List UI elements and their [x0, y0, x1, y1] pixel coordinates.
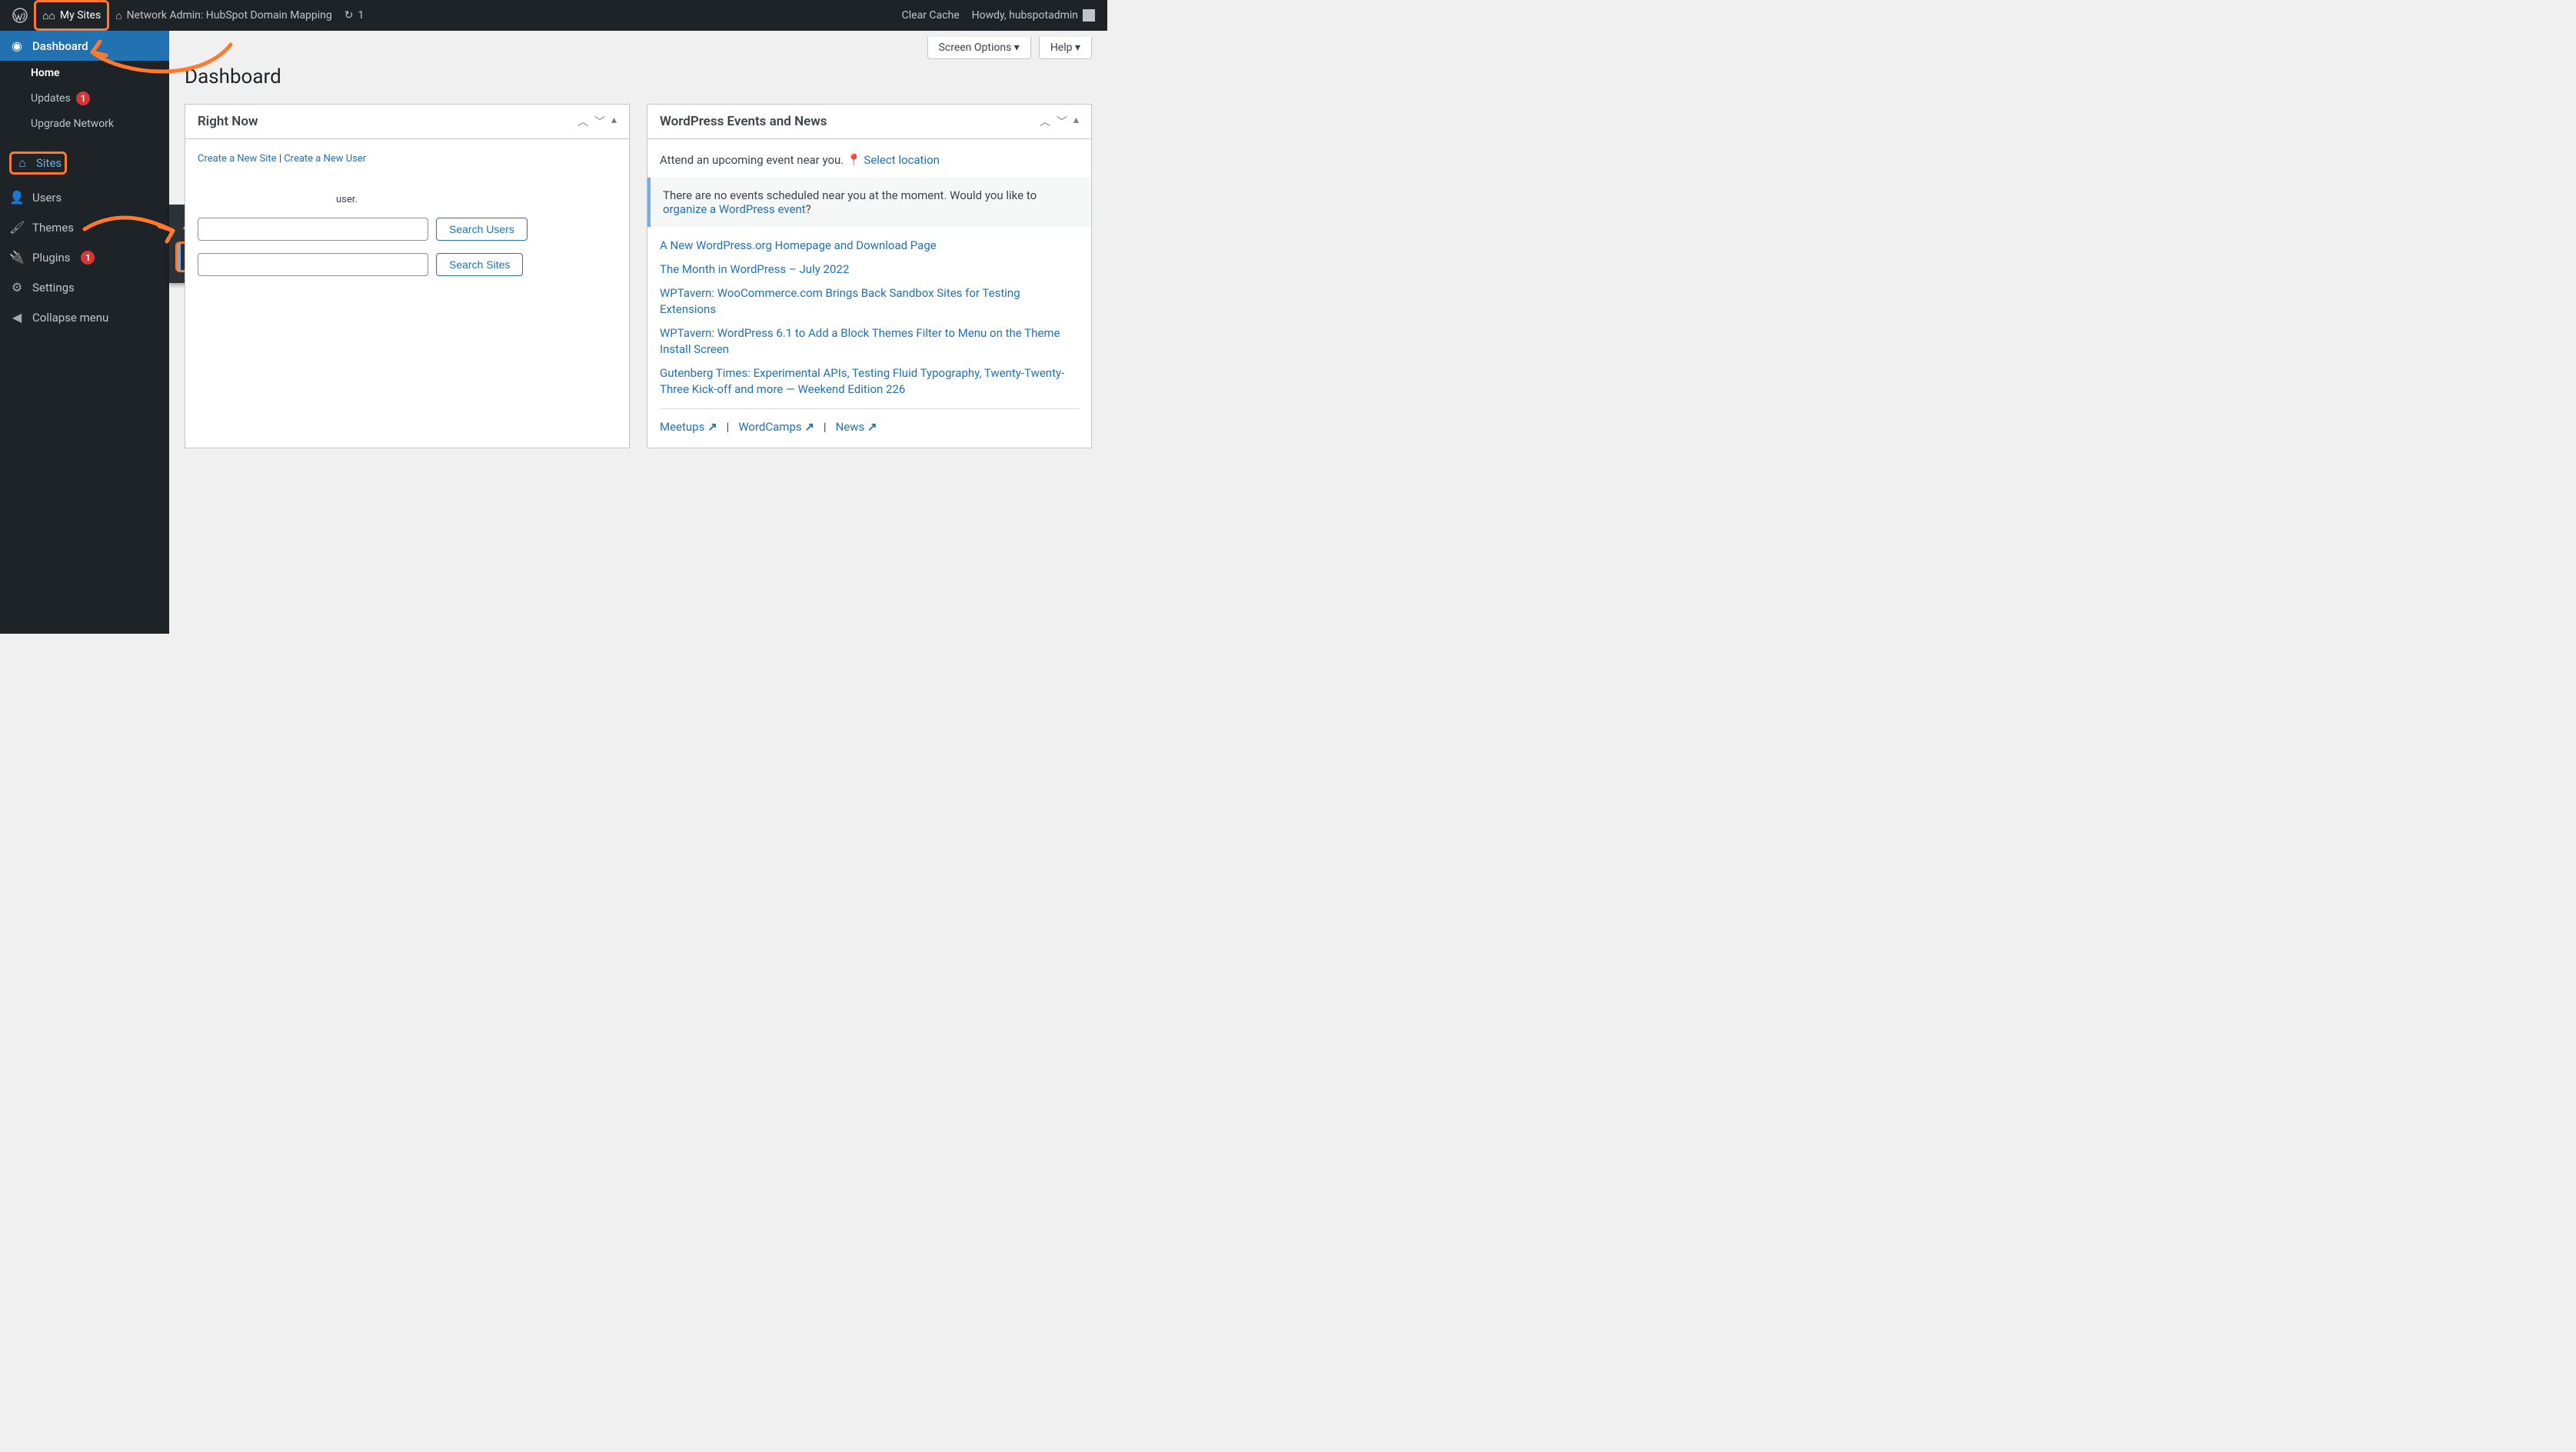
select-location-link[interactable]: Select location [864, 153, 940, 167]
sidebar-item-dashboard[interactable]: ◉ Dashboard [0, 31, 169, 61]
events-title: WordPress Events and News [660, 114, 827, 129]
news-list: A New WordPress.org Homepage and Downloa… [660, 238, 1079, 398]
news-link[interactable]: The Month in WordPress – July 2022 [660, 262, 849, 276]
move-down-icon[interactable]: ﹀ [594, 114, 605, 129]
howdy-user[interactable]: Howdy, hubspotadmin [966, 0, 1101, 31]
avatar [1083, 9, 1095, 22]
sidebar-item-plugins[interactable]: 🔌 Plugins 1 [0, 242, 169, 272]
attend-text: Attend an upcoming event near you. [660, 153, 844, 167]
refresh-icon: ↻ [344, 9, 354, 22]
refresh-count: 1 [358, 9, 364, 22]
sites-icon: ⌂⌂ [42, 9, 55, 22]
right-now-box: Right Now ︿ ﹀ ▴ Create a New Site | Crea… [185, 104, 630, 448]
sidebar-item-themes[interactable]: 🖌 Themes [0, 212, 169, 242]
location-pin-icon: 📍 [847, 153, 861, 167]
plugins-badge: 1 [81, 251, 95, 265]
news-link[interactable]: A New WordPress.org Homepage and Downloa… [660, 238, 937, 252]
plugins-icon: 🔌 [9, 250, 25, 265]
refresh-item[interactable]: ↻ 1 [338, 0, 371, 31]
news-link[interactable]: WPTavern: WordPress 6.1 to Add a Block T… [660, 326, 1060, 356]
sidebar-item-settings[interactable]: ⚙ Settings [0, 272, 169, 302]
dashboard-icon: ◉ [9, 38, 25, 53]
sidebar-item-users[interactable]: 👤 Users [0, 182, 169, 212]
updates-label: Updates [31, 92, 71, 105]
news-link[interactable]: WPTavern: WooCommerce.com Brings Back Sa… [660, 286, 1020, 316]
my-sites-label: My Sites [60, 9, 101, 22]
sidebar-settings-label: Settings [32, 281, 75, 295]
sep: | [727, 420, 730, 434]
themes-icon: 🖌 [9, 220, 25, 235]
no-events-notice: There are no events scheduled near you a… [647, 178, 1091, 227]
search-users-button[interactable]: Search Users [436, 218, 528, 241]
search-sites-input[interactable] [198, 253, 428, 276]
screen-options-tab[interactable]: Screen Options ▾ [927, 37, 1031, 59]
updates-badge: 1 [76, 92, 90, 105]
wordcamps-link[interactable]: WordCamps [738, 420, 814, 434]
clear-cache[interactable]: Clear Cache [896, 0, 966, 31]
page-title: Dashboard [185, 65, 1092, 88]
sidebar-users-label: Users [32, 191, 62, 205]
home-icon: ⌂ [115, 9, 121, 22]
sidebar-sub-upgrade-network[interactable]: Upgrade Network [31, 112, 169, 136]
settings-icon: ⚙ [9, 280, 25, 295]
sidebar-themes-label: Themes [32, 221, 74, 235]
move-down-icon[interactable]: ﹀ [1057, 114, 1067, 129]
sep: | [824, 420, 827, 434]
create-user-link[interactable]: Create a New User [284, 153, 366, 165]
create-site-link[interactable]: Create a New Site [198, 153, 277, 165]
collapse-icon: ◀ [9, 310, 25, 325]
meetups-link[interactable]: Meetups [660, 420, 717, 434]
help-tab[interactable]: Help ▾ [1039, 37, 1092, 59]
news-ext-link[interactable]: News [836, 420, 877, 434]
sidebar-sites-label: Sites [36, 156, 62, 170]
network-admin-label: Network Admin: HubSpot Domain Mapping [127, 9, 332, 22]
search-sites-button[interactable]: Search Sites [436, 253, 523, 276]
sites-icon: ⌂ [15, 155, 30, 171]
partial-text-user: user. [198, 194, 617, 205]
news-link[interactable]: Gutenberg Times: Experimental APIs, Test… [660, 366, 1064, 396]
move-up-icon[interactable]: ︿ [1040, 114, 1050, 129]
sidebar-sub-updates[interactable]: Updates 1 [31, 85, 169, 112]
toggle-icon[interactable]: ▴ [1073, 114, 1079, 129]
toggle-icon[interactable]: ▴ [611, 114, 617, 129]
notice-prefix: There are no events scheduled near you a… [663, 188, 1037, 202]
move-up-icon[interactable]: ︿ [577, 114, 588, 129]
sidebar-dashboard-label: Dashboard [32, 39, 88, 53]
right-now-title: Right Now [198, 114, 258, 129]
organize-event-link[interactable]: organize a WordPress event [663, 202, 806, 216]
sidebar-collapse[interactable]: ◀ Collapse menu [0, 302, 169, 332]
sidebar-item-sites[interactable]: ⌂ Sites [0, 144, 169, 182]
wp-logo[interactable] [6, 0, 34, 31]
my-sites-menu[interactable]: ⌂⌂ My Sites [34, 0, 109, 31]
collapse-label: Collapse menu [32, 311, 108, 325]
network-admin-link[interactable]: ⌂ Network Admin: HubSpot Domain Mapping [109, 0, 338, 31]
notice-suffix: ? [806, 202, 811, 216]
howdy-label: Howdy, hubspotadmin [972, 9, 1078, 22]
sidebar-sub-home[interactable]: Home [31, 61, 169, 85]
search-users-input[interactable] [198, 218, 428, 241]
users-icon: 👤 [9, 190, 25, 205]
events-box: WordPress Events and News ︿ ﹀ ▴ Attend a… [647, 104, 1092, 448]
sidebar-plugins-label: Plugins [32, 251, 70, 265]
